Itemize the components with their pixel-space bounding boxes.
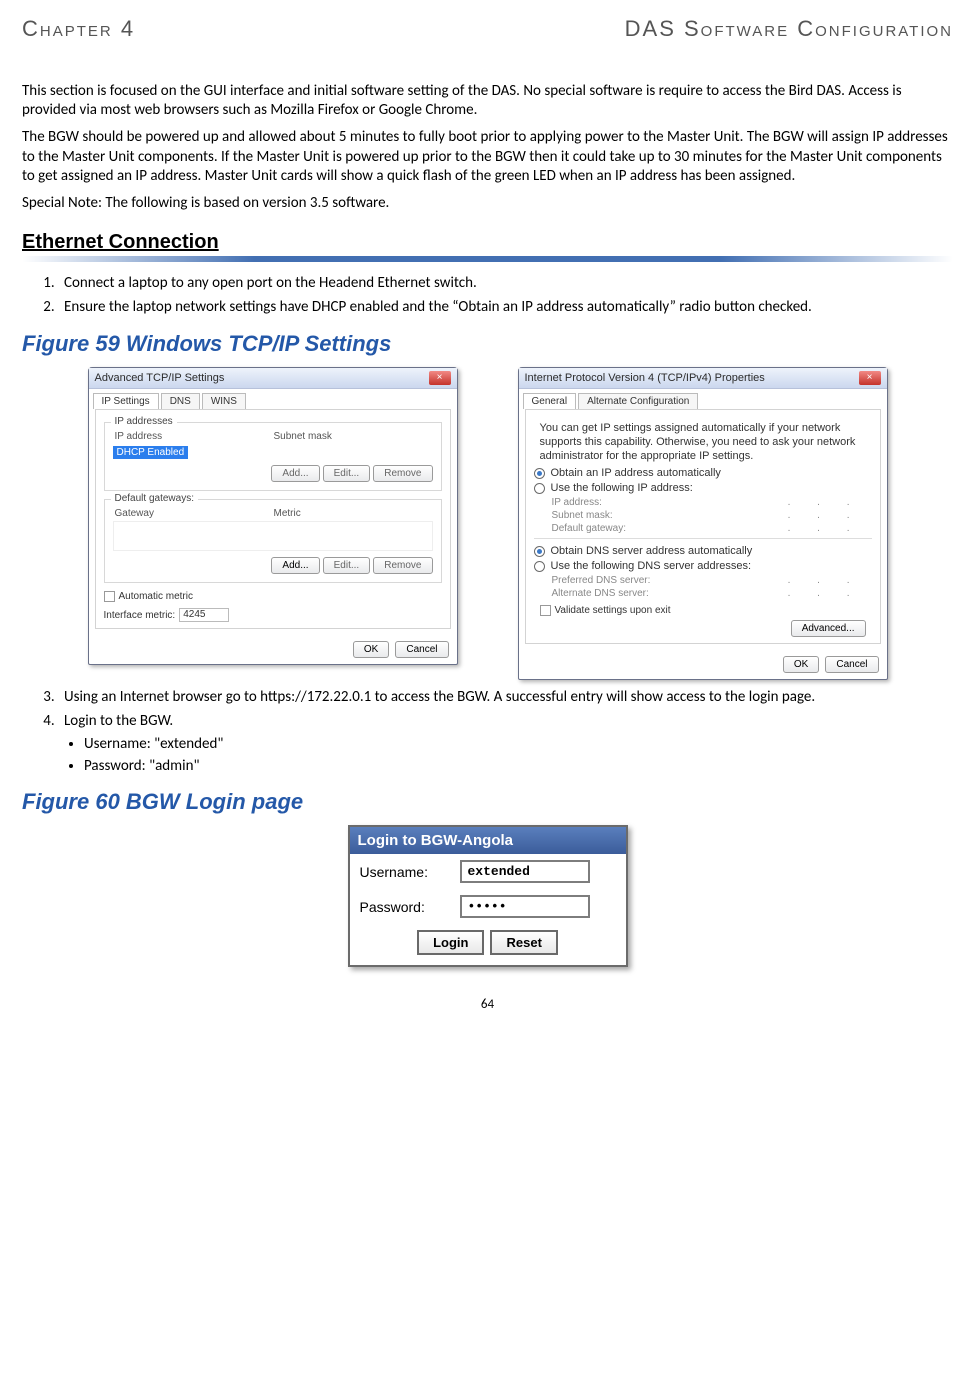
- ip-field: . . .: [788, 497, 862, 508]
- radio-label: Obtain DNS server address automatically: [551, 545, 753, 557]
- tab-alternate[interactable]: Alternate Configuration: [578, 393, 698, 409]
- radio-icon[interactable]: [534, 561, 545, 572]
- radio-icon[interactable]: [534, 468, 545, 479]
- remove-button[interactable]: Remove: [373, 557, 432, 574]
- alt-dns-field: . . .: [788, 588, 862, 599]
- field-label: Default gateway:: [552, 523, 627, 534]
- radio-icon[interactable]: [534, 483, 545, 494]
- reset-button[interactable]: Reset: [490, 930, 557, 955]
- col-header: Subnet mask: [274, 431, 433, 442]
- mask-field: . . .: [788, 510, 862, 521]
- login-title: Login to BGW-Angola: [350, 827, 626, 854]
- checkbox-label: Validate settings upon exit: [555, 605, 671, 616]
- paragraph: The BGW should be powered up and allowed…: [22, 128, 953, 186]
- add-button[interactable]: Add...: [271, 465, 319, 482]
- edit-button[interactable]: Edit...: [323, 557, 371, 574]
- step: Login to the BGW.: [58, 712, 953, 732]
- intro-text: You can get IP settings assigned automat…: [540, 422, 866, 463]
- radio-icon[interactable]: [534, 546, 545, 557]
- chapter-title: DAS Software Configuration: [625, 16, 953, 42]
- col-header: Metric: [274, 508, 433, 519]
- checkbox-icon[interactable]: [104, 591, 115, 602]
- figure-caption: Figure 60 BGW Login page: [22, 789, 953, 815]
- ok-button[interactable]: OK: [353, 641, 389, 658]
- username-label: Username:: [360, 864, 452, 880]
- step: Ensure the laptop network settings have …: [58, 298, 953, 318]
- edit-button[interactable]: Edit...: [323, 465, 371, 482]
- radio-label: Use the following DNS server addresses:: [551, 560, 752, 572]
- field-label: Alternate DNS server:: [552, 588, 649, 599]
- interface-metric-input[interactable]: 4245: [179, 608, 229, 622]
- remove-button[interactable]: Remove: [373, 465, 432, 482]
- paragraph: Special Note: The following is based on …: [22, 194, 953, 213]
- figure-caption: Figure 59 Windows TCP/IP Settings: [22, 331, 953, 357]
- radio-label: Obtain an IP address automatically: [551, 467, 721, 479]
- bullet: Password: "admin": [84, 757, 953, 775]
- empty-list: [113, 521, 433, 551]
- col-header: Gateway: [115, 508, 274, 519]
- dialog-ipv4-properties: Internet Protocol Version 4 (TCP/IPv4) P…: [518, 367, 888, 680]
- close-icon[interactable]: ×: [859, 371, 881, 385]
- tab-ip-settings[interactable]: IP Settings: [93, 393, 159, 409]
- bullet: Username: "extended": [84, 735, 953, 753]
- chapter-label: Chapter 4: [22, 16, 135, 42]
- username-input[interactable]: extended: [460, 860, 590, 883]
- field-label: Interface metric:: [104, 610, 176, 621]
- group-label: Default gateways:: [111, 493, 199, 504]
- paragraph: This section is focused on the GUI inter…: [22, 82, 953, 120]
- checkbox-icon[interactable]: [540, 605, 551, 616]
- close-icon[interactable]: ×: [429, 371, 451, 385]
- dialog-title: Advanced TCP/IP Settings: [95, 372, 225, 384]
- tab-dns[interactable]: DNS: [161, 393, 200, 409]
- pref-dns-field: . . .: [788, 575, 862, 586]
- field-label: Subnet mask:: [552, 510, 613, 521]
- tab-general[interactable]: General: [523, 393, 577, 409]
- login-button[interactable]: Login: [417, 930, 484, 955]
- advanced-button[interactable]: Advanced...: [791, 620, 866, 637]
- col-header: IP address: [115, 431, 274, 442]
- field-label: IP address:: [552, 497, 602, 508]
- section-rule: [22, 256, 953, 262]
- tab-wins[interactable]: WINS: [202, 393, 246, 409]
- dialog-advanced-tcpip: Advanced TCP/IP Settings × IP Settings D…: [88, 367, 458, 665]
- ok-button[interactable]: OK: [783, 656, 819, 673]
- dhcp-enabled-badge: DHCP Enabled: [113, 446, 189, 459]
- checkbox-label: Automatic metric: [119, 591, 193, 602]
- step: Connect a laptop to any open port on the…: [58, 274, 953, 294]
- field-label: Preferred DNS server:: [552, 575, 651, 586]
- cancel-button[interactable]: Cancel: [825, 656, 878, 673]
- radio-label: Use the following IP address:: [551, 482, 693, 494]
- gateway-field: . . .: [788, 523, 862, 534]
- section-heading: Ethernet Connection: [22, 231, 953, 254]
- dialog-title: Internet Protocol Version 4 (TCP/IPv4) P…: [525, 372, 765, 384]
- page-number: 64: [22, 997, 953, 1012]
- password-label: Password:: [360, 899, 452, 915]
- password-input[interactable]: •••••: [460, 895, 590, 918]
- cancel-button[interactable]: Cancel: [395, 641, 448, 658]
- step: Using an Internet browser go to https://…: [58, 688, 953, 708]
- bgw-login-dialog: Login to BGW-Angola Username: extended P…: [348, 825, 628, 967]
- add-button[interactable]: Add...: [271, 557, 319, 574]
- group-label: IP addresses: [111, 416, 177, 427]
